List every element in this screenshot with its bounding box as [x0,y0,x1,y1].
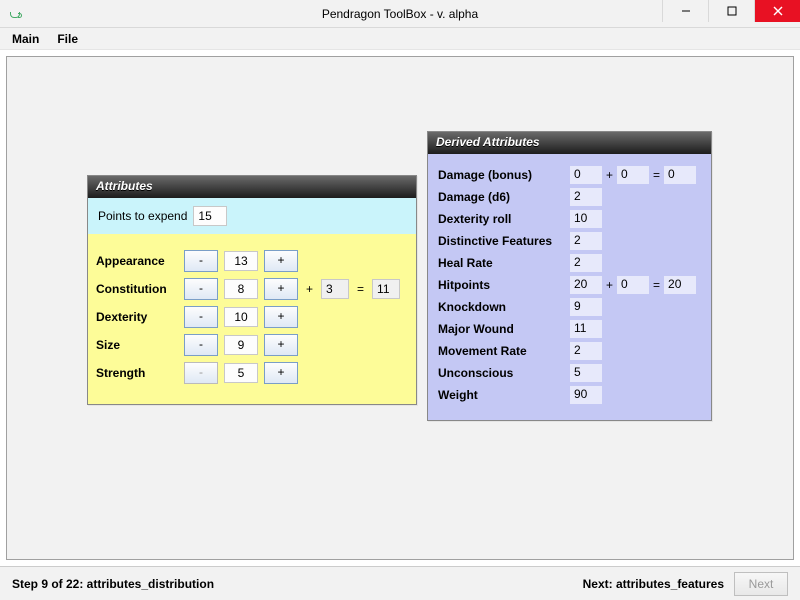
row-heal-rate: Heal Rate 2 [438,254,701,272]
label-strength: Strength [96,366,178,380]
label-knockdown: Knockdown [438,300,566,314]
close-icon [773,6,783,16]
move-rate-value: 2 [570,342,602,360]
row-damage-d6: Damage (d6) 2 [438,188,701,206]
menu-main[interactable]: Main [6,30,45,48]
label-appearance: Appearance [96,254,178,268]
row-unconscious: Unconscious 5 [438,364,701,382]
hitpoints-eq: = [653,278,660,292]
size-plus-button[interactable]: + [264,334,298,356]
row-dist-feat: Distinctive Features 2 [438,232,701,250]
close-button[interactable] [754,0,800,22]
constitution-minus-button[interactable]: - [184,278,218,300]
row-dex-roll: Dexterity roll 10 [438,210,701,228]
row-constitution: Constitution - 8 + + 3 = 11 [96,278,408,300]
appearance-minus-button[interactable]: - [184,250,218,272]
step-label: Step 9 of 22: attributes_distribution [12,577,214,591]
row-strength: Strength - 5 + [96,362,408,384]
constitution-eq: = [355,282,366,296]
label-damage-d6: Damage (d6) [438,190,566,204]
damage-bonus-b: 0 [617,166,649,184]
appearance-plus-button[interactable]: + [264,250,298,272]
damage-bonus-eq: = [653,168,660,182]
row-dexterity: Dexterity - 10 + [96,306,408,328]
maximize-button[interactable] [708,0,754,22]
strength-minus-button[interactable]: - [184,362,218,384]
heal-rate-value: 2 [570,254,602,272]
derived-panel: Derived Attributes Damage (bonus) 0 + 0 … [427,131,712,421]
hitpoints-plus: + [606,278,613,292]
label-move-rate: Movement Rate [438,344,566,358]
attributes-panel: Attributes Points to expend 15 Appearanc… [87,175,417,405]
dist-feat-value: 2 [570,232,602,250]
constitution-bonus: 3 [321,279,349,299]
row-appearance: Appearance - 13 + [96,250,408,272]
label-dexterity: Dexterity [96,310,178,324]
next-button[interactable]: Next [734,572,788,596]
app-icon [8,6,24,22]
size-minus-button[interactable]: - [184,334,218,356]
row-hitpoints: Hitpoints 20 + 0 = 20 [438,276,701,294]
label-heal-rate: Heal Rate [438,256,566,270]
constitution-plus-button[interactable]: + [264,278,298,300]
label-major-wound: Major Wound [438,322,566,336]
points-value: 15 [193,206,227,226]
derived-header: Derived Attributes [428,132,711,154]
label-dist-feat: Distinctive Features [438,234,566,248]
points-label: Points to expend [98,209,187,223]
dexterity-minus-button[interactable]: - [184,306,218,328]
dexterity-plus-button[interactable]: + [264,306,298,328]
minimize-button[interactable] [662,0,708,22]
label-weight: Weight [438,388,566,402]
footer-bar: Step 9 of 22: attributes_distribution Ne… [0,566,800,600]
hitpoints-b: 0 [617,276,649,294]
hitpoints-a: 20 [570,276,602,294]
label-unconscious: Unconscious [438,366,566,380]
constitution-value: 8 [224,279,258,299]
constitution-plus-sign: + [304,282,315,296]
derived-body: Damage (bonus) 0 + 0 = 0 Damage (d6) 2 D… [428,154,711,420]
content-area: Attributes Points to expend 15 Appearanc… [0,50,800,566]
appearance-value: 13 [224,251,258,271]
attributes-header: Attributes [88,176,416,198]
window-titlebar: Pendragon ToolBox - v. alpha [0,0,800,28]
maximize-icon [727,6,737,16]
unconscious-value: 5 [570,364,602,382]
next-label: Next: attributes_features [583,577,724,591]
label-dex-roll: Dexterity roll [438,212,566,226]
strength-value: 5 [224,363,258,383]
menu-file[interactable]: File [51,30,84,48]
damage-bonus-total: 0 [664,166,696,184]
damage-bonus-plus: + [606,168,613,182]
damage-d6-value: 2 [570,188,602,206]
window-buttons [662,0,800,27]
row-knockdown: Knockdown 9 [438,298,701,316]
constitution-total: 11 [372,279,400,299]
hitpoints-total: 20 [664,276,696,294]
minimize-icon [681,6,691,16]
work-area: Attributes Points to expend 15 Appearanc… [6,56,794,560]
label-hitpoints: Hitpoints [438,278,566,292]
label-damage-bonus: Damage (bonus) [438,168,566,182]
menu-bar: Main File [0,28,800,50]
dex-roll-value: 10 [570,210,602,228]
knockdown-value: 9 [570,298,602,316]
label-size: Size [96,338,178,352]
row-move-rate: Movement Rate 2 [438,342,701,360]
size-value: 9 [224,335,258,355]
row-damage-bonus: Damage (bonus) 0 + 0 = 0 [438,166,701,184]
points-row: Points to expend 15 [88,198,416,234]
attributes-grid: Appearance - 13 + Constitution - 8 + + 3… [88,234,416,404]
damage-bonus-a: 0 [570,166,602,184]
label-constitution: Constitution [96,282,178,296]
major-wound-value: 11 [570,320,602,338]
row-size: Size - 9 + [96,334,408,356]
strength-plus-button[interactable]: + [264,362,298,384]
weight-value: 90 [570,386,602,404]
row-weight: Weight 90 [438,386,701,404]
row-major-wound: Major Wound 11 [438,320,701,338]
dexterity-value: 10 [224,307,258,327]
